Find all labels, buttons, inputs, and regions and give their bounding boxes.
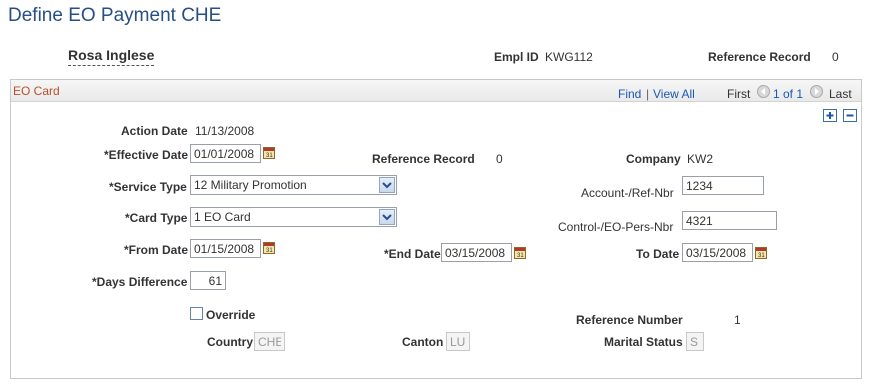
action-date-value: 11/13/2008 (195, 124, 255, 138)
calendar-icon[interactable]: 31 (263, 242, 275, 254)
empl-id-value: KWG112 (545, 50, 593, 64)
canton-field (446, 332, 470, 351)
end-date-label: *End Date (384, 247, 441, 261)
card-type-label: *Card Type (125, 211, 188, 225)
reference-number-label: Reference Number (576, 313, 683, 327)
account-ref-nbr-field[interactable] (682, 176, 764, 195)
days-difference-field[interactable] (190, 271, 226, 290)
card-type-select[interactable]: 1 EO Card (190, 207, 397, 227)
chevron-down-icon[interactable] (379, 209, 395, 225)
canton-label: Canton (402, 335, 444, 349)
country-field (254, 332, 285, 351)
country-label: Country (207, 335, 253, 349)
marital-status-label: Marital Status (604, 335, 683, 349)
from-date-field[interactable] (190, 239, 261, 258)
marital-status-field (686, 332, 704, 351)
employee-name[interactable]: Rosa Inglese (68, 47, 155, 66)
control-eo-pers-nbr-field[interactable] (682, 211, 777, 230)
card-type-value: 1 EO Card (194, 210, 251, 224)
days-difference-label: *Days Difference (92, 275, 188, 289)
header-reference-record-label: Reference Record (708, 50, 811, 64)
find-link[interactable]: Find (618, 87, 641, 101)
nav-separator: | (646, 87, 650, 101)
eo-card-title: EO Card (13, 84, 60, 98)
control-eo-pers-nbr-label: Control-/EO-Pers-Nbr (558, 220, 674, 234)
page-title: Define EO Payment CHE (8, 5, 222, 26)
reference-record-value: 0 (496, 152, 503, 166)
svg-text:31: 31 (266, 153, 273, 158)
reference-record-label: Reference Record (372, 152, 475, 166)
view-all-link[interactable]: View All (653, 87, 695, 101)
to-date-label: To Date (636, 247, 680, 261)
prev-arrow-icon[interactable] (757, 85, 770, 98)
svg-text:31: 31 (266, 248, 273, 253)
header-reference-record-value: 0 (832, 50, 839, 64)
company-value: KW2 (687, 152, 714, 166)
minus-icon[interactable] (843, 109, 857, 122)
service-type-value: 12 Military Promotion (194, 178, 307, 192)
last-label: Last (829, 87, 852, 101)
to-date-field[interactable] (682, 243, 753, 262)
calendar-icon[interactable]: 31 (514, 247, 526, 259)
action-date-label: Action Date (121, 124, 188, 138)
from-date-label: *From Date (124, 243, 189, 257)
page-info: 1 of 1 (773, 87, 804, 101)
calendar-icon[interactable]: 31 (263, 147, 275, 159)
calendar-icon[interactable]: 31 (755, 247, 767, 259)
chevron-down-icon[interactable] (379, 177, 395, 193)
service-type-select[interactable]: 12 Military Promotion (190, 175, 397, 195)
first-label: First (727, 87, 751, 101)
override-checkbox[interactable] (190, 307, 203, 320)
company-label: Company (626, 152, 681, 166)
service-type-label: *Service Type (109, 180, 187, 194)
override-label: Override (206, 308, 256, 322)
svg-text:31: 31 (758, 253, 765, 258)
svg-text:31: 31 (517, 253, 524, 258)
plus-icon[interactable] (823, 109, 837, 122)
account-ref-nbr-label: Account-/Ref-Nbr (581, 186, 674, 200)
effective-date-label: *Effective Date (104, 148, 189, 162)
end-date-field[interactable] (441, 243, 512, 262)
empl-id-label: Empl ID (494, 50, 539, 64)
effective-date-field[interactable] (190, 144, 261, 163)
next-arrow-icon[interactable] (810, 85, 823, 98)
reference-number-value: 1 (734, 313, 741, 327)
